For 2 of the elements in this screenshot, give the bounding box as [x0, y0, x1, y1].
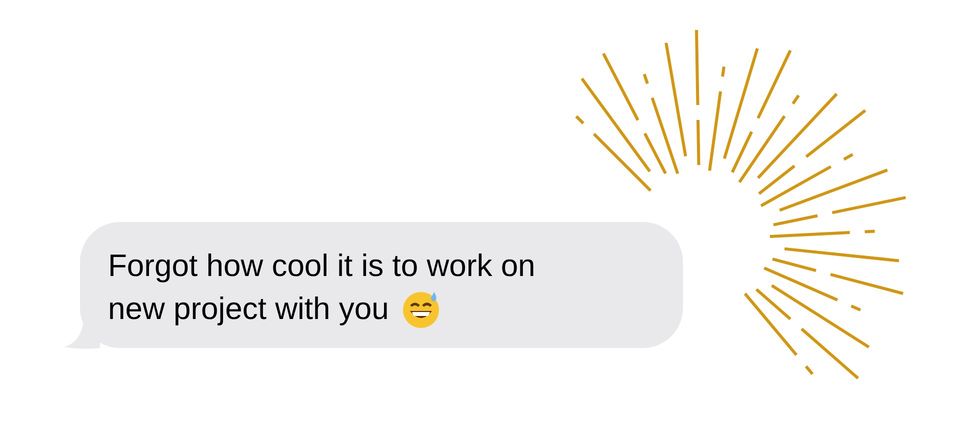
- message-text: Forgot how cool it is to work on: [108, 247, 536, 285]
- message-text: new project with you: [108, 290, 389, 328]
